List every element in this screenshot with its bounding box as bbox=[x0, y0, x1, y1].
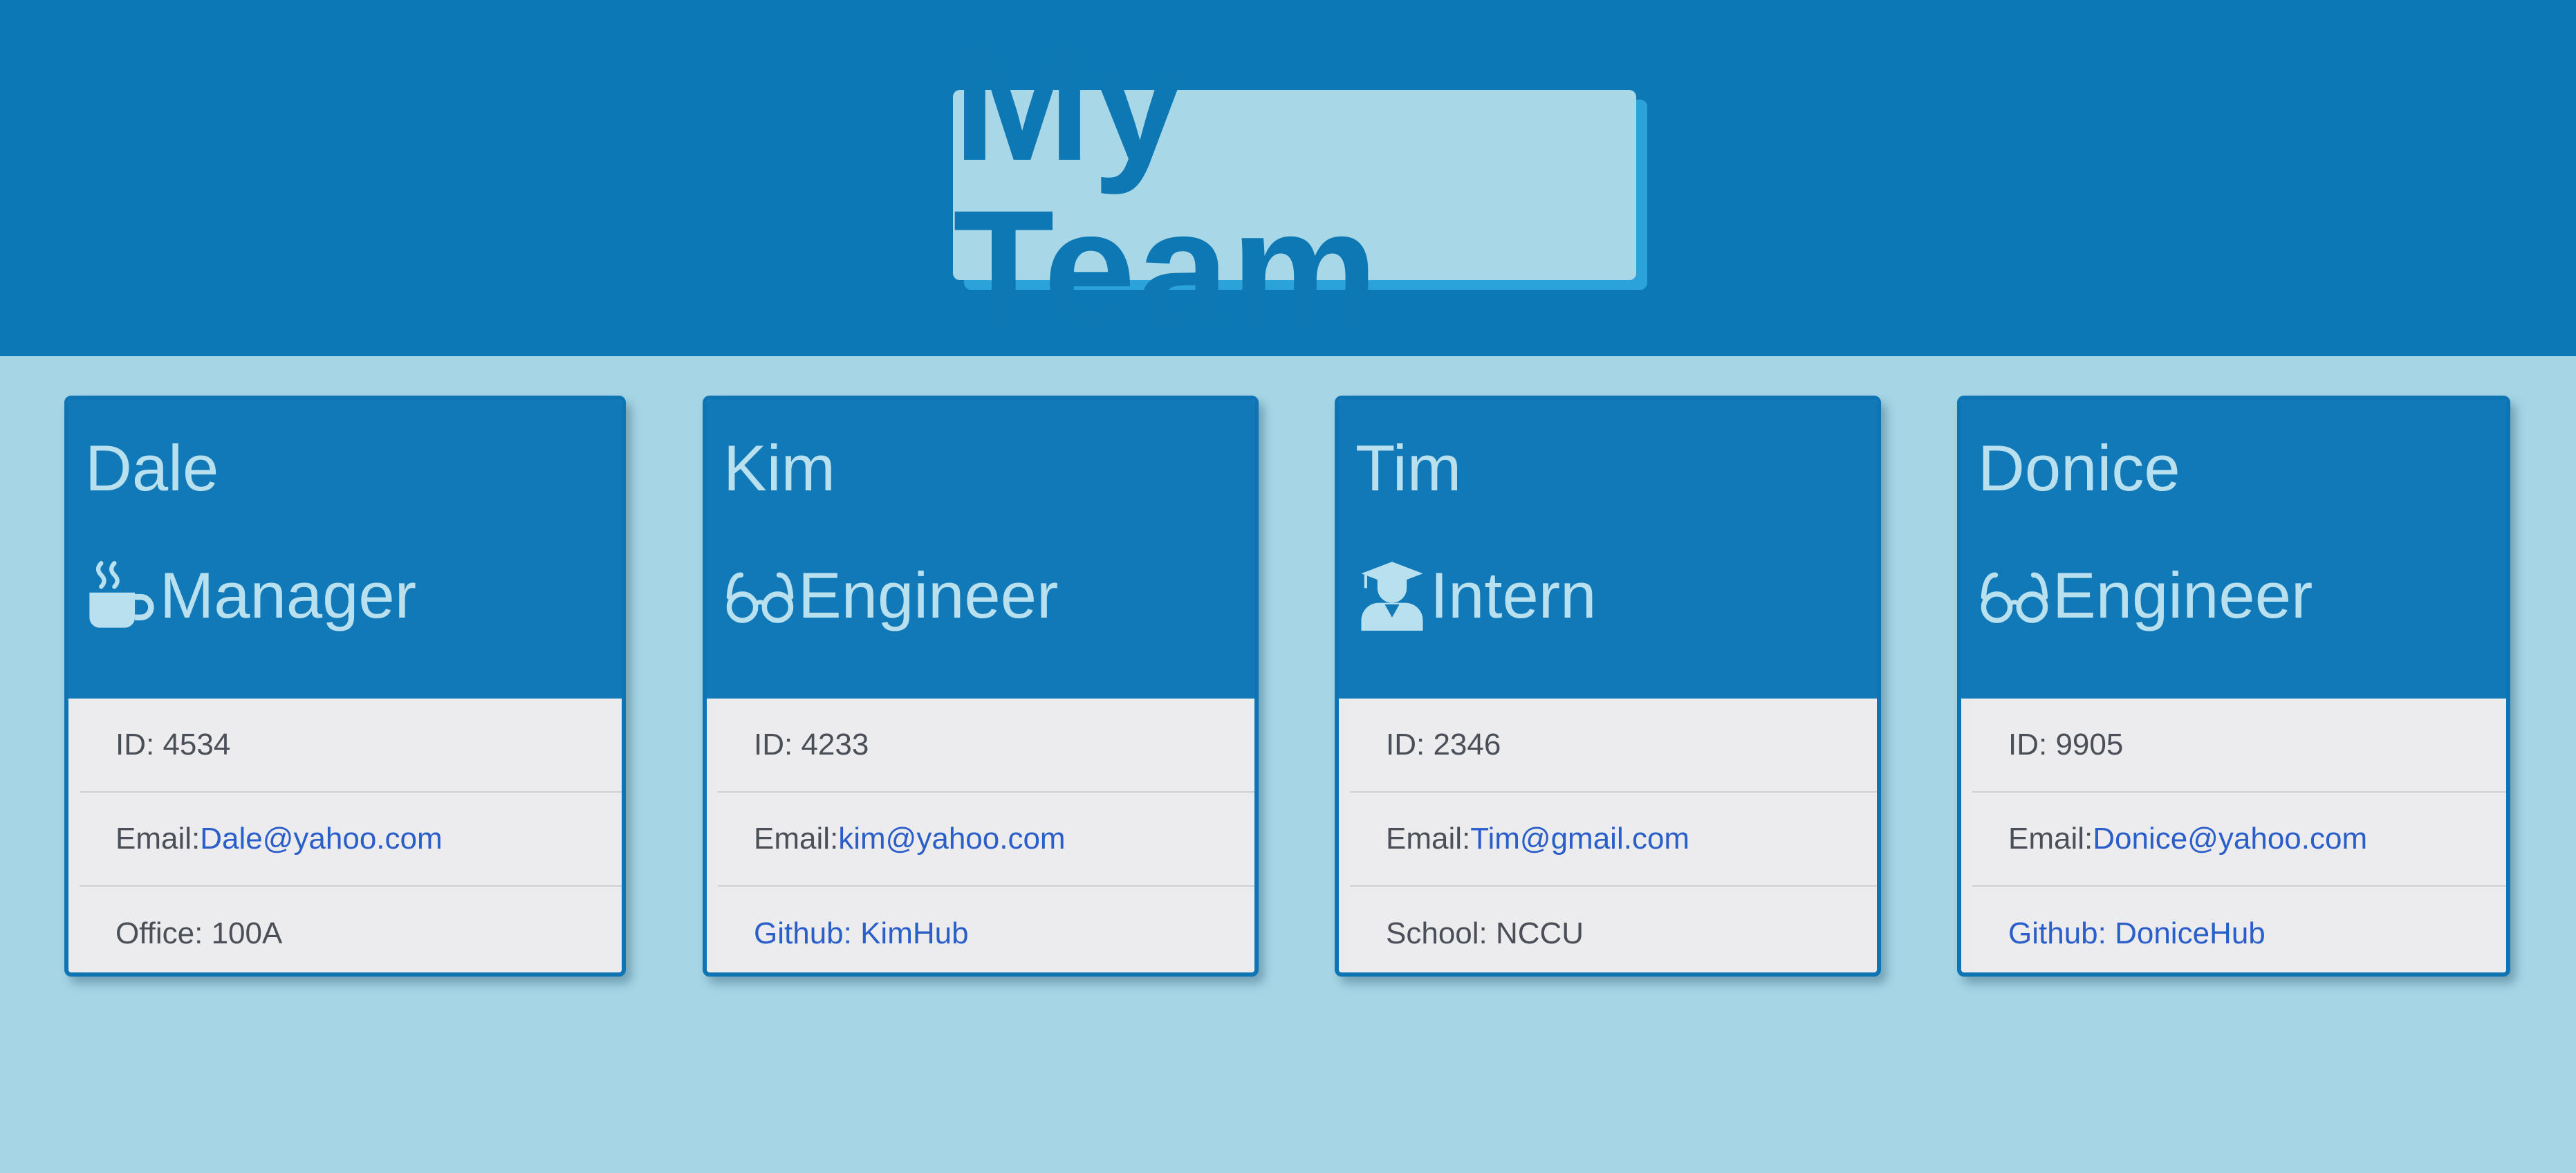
email-link[interactable]: Tim@gmail.com bbox=[1470, 822, 1689, 856]
email-label: Email: bbox=[754, 822, 839, 856]
glasses-icon bbox=[723, 559, 797, 632]
github-link[interactable]: Github: DoniceHub bbox=[2008, 916, 2265, 951]
id-text: ID: 4534 bbox=[115, 728, 231, 761]
employee-card-donice: Donice Engineer ID: 9905 Email: Donice@ya… bbox=[1957, 396, 2510, 977]
github-item: Github: DoniceHub bbox=[1972, 887, 2506, 972]
details-list: ID: 4534 Email: Dale@yahoo.com Office: 10… bbox=[80, 699, 622, 972]
office-item: Office: 100A bbox=[80, 887, 622, 972]
email-item: Email: Donice@yahoo.com bbox=[1972, 793, 2506, 887]
email-item: Email: kim@yahoo.com bbox=[718, 793, 1254, 887]
employee-card-tim: Tim Intern ID: 2346 Email: Tim@gmail.com … bbox=[1335, 396, 1881, 977]
email-label: Email: bbox=[115, 822, 201, 856]
employee-name: Dale bbox=[85, 432, 219, 504]
user-graduate-icon bbox=[1355, 559, 1429, 632]
email-item: Email: Dale@yahoo.com bbox=[80, 793, 622, 887]
role-label: Manager bbox=[160, 559, 416, 631]
email-link[interactable]: kim@yahoo.com bbox=[838, 822, 1065, 856]
github-item: Github: KimHub bbox=[718, 887, 1254, 972]
card-header: Dale Manager bbox=[68, 400, 622, 699]
employee-name: Tim bbox=[1355, 432, 1462, 504]
mug-hot-icon bbox=[85, 559, 158, 632]
email-label: Email: bbox=[2008, 822, 2093, 856]
card-header: Tim Intern bbox=[1339, 400, 1877, 699]
employee-card-kim: Kim Engineer ID: 4233 Email: kim@yahoo.co… bbox=[703, 396, 1259, 977]
employee-role: Engineer bbox=[1978, 559, 2313, 632]
id-text: ID: 4233 bbox=[754, 728, 869, 761]
id-text: ID: 9905 bbox=[2008, 728, 2124, 761]
card-header: Kim Engineer bbox=[707, 400, 1254, 699]
employee-name: Donice bbox=[1978, 432, 2180, 504]
page-title: My Team bbox=[953, 9, 1380, 361]
glasses-icon bbox=[1978, 559, 2051, 632]
email-label: Email: bbox=[1386, 822, 1471, 856]
id-item: ID: 4233 bbox=[718, 699, 1254, 793]
details-list: ID: 4233 Email: kim@yahoo.com Github: Kim… bbox=[718, 699, 1254, 972]
employee-card-dale: Dale Manager ID: 4534 Email: Dale@yahoo.c… bbox=[64, 396, 626, 977]
email-link[interactable]: Donice@yahoo.com bbox=[2093, 822, 2367, 856]
id-text: ID: 2346 bbox=[1386, 728, 1501, 761]
id-item: ID: 4534 bbox=[80, 699, 622, 793]
details-list: ID: 2346 Email: Tim@gmail.com School: NCC… bbox=[1350, 699, 1877, 972]
role-label: Engineer bbox=[2053, 559, 2313, 631]
employee-role: Intern bbox=[1355, 559, 1596, 632]
page-header: My Team bbox=[0, 0, 2576, 356]
github-link[interactable]: Github: KimHub bbox=[754, 916, 969, 951]
role-label: Engineer bbox=[798, 559, 1059, 631]
id-item: ID: 2346 bbox=[1350, 699, 1877, 793]
title-banner: My Team bbox=[953, 19, 1636, 351]
email-link[interactable]: Dale@yahoo.com bbox=[200, 822, 442, 856]
id-item: ID: 9905 bbox=[1972, 699, 2506, 793]
card-header: Donice Engineer bbox=[1961, 400, 2506, 699]
employee-name: Kim bbox=[723, 432, 835, 504]
school-text: School: NCCU bbox=[1386, 916, 1584, 950]
office-text: Office: 100A bbox=[115, 916, 283, 950]
details-list: ID: 9905 Email: Donice@yahoo.com Github: … bbox=[1972, 699, 2506, 972]
employee-role: Manager bbox=[85, 559, 416, 632]
school-item: School: NCCU bbox=[1350, 887, 1877, 972]
employee-role: Engineer bbox=[723, 559, 1058, 632]
email-item: Email: Tim@gmail.com bbox=[1350, 793, 1877, 887]
role-label: Intern bbox=[1430, 559, 1597, 631]
